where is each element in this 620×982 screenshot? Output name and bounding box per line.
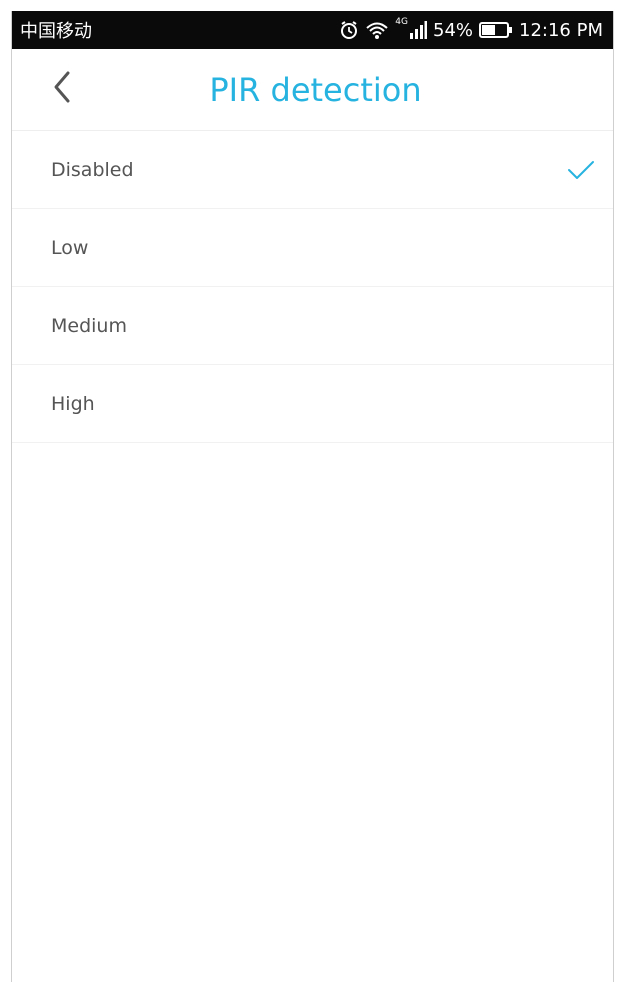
wifi-icon [365, 20, 389, 40]
option-label: Medium [51, 315, 127, 337]
option-high[interactable]: High [12, 365, 613, 443]
page-title: PIR detection [209, 71, 422, 109]
status-icons: 4G 54% 12:16 PM [339, 17, 603, 41]
device-frame: 中国移动 4G 54% 12:16 PM PIR detection Disab… [0, 0, 620, 982]
title-bar: PIR detection [12, 49, 613, 131]
option-label: Disabled [51, 159, 134, 181]
clock: 12:16 PM [519, 19, 603, 41]
back-button[interactable] [42, 67, 82, 111]
signal-icon [409, 21, 427, 39]
option-disabled[interactable]: Disabled [12, 131, 613, 209]
chevron-left-icon [52, 70, 72, 108]
checkmark-icon [567, 159, 595, 181]
carrier-name: 中国移动 [20, 21, 92, 42]
status-bar: 中国移动 4G 54% 12:16 PM [12, 11, 613, 49]
option-low[interactable]: Low [12, 209, 613, 287]
network-type-label: 4G [395, 17, 408, 27]
battery-percent: 54% [433, 19, 474, 41]
option-label: Low [51, 237, 89, 259]
battery-icon [479, 22, 513, 38]
app-screen: 中国移动 4G 54% 12:16 PM PIR detection Disab… [11, 11, 614, 982]
pir-options-list: Disabled Low Medium High [12, 131, 613, 443]
alarm-icon [339, 20, 359, 40]
option-medium[interactable]: Medium [12, 287, 613, 365]
option-label: High [51, 393, 95, 415]
